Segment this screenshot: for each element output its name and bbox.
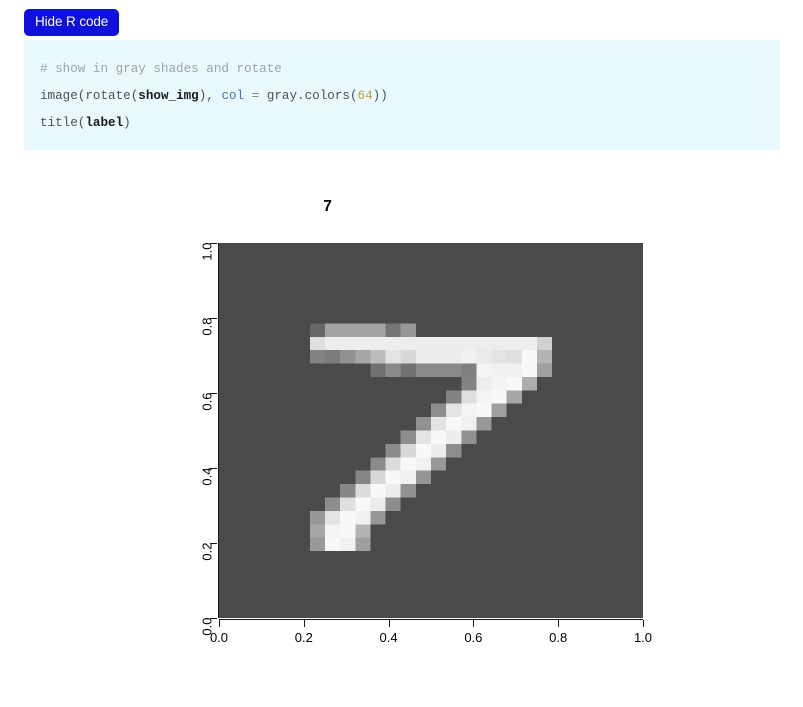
code-token-fn: rotate xyxy=(85,89,131,103)
x-axis-tick-label: 0.2 xyxy=(294,630,313,645)
x-axis-tick xyxy=(219,620,220,627)
code-token-op: = xyxy=(244,89,267,103)
code-token-fn: gray.colors xyxy=(266,89,350,103)
hide-r-code-button[interactable]: Hide R code xyxy=(24,9,120,36)
mnist-digit-canvas xyxy=(219,243,643,618)
x-axis-tick xyxy=(388,620,390,627)
y-axis-tick-label: 0.4 xyxy=(199,467,215,486)
code-line: image(rotate(show_img), col = gray.color… xyxy=(40,83,762,110)
y-axis-tick-label: 1.0 xyxy=(199,242,215,261)
x-axis-tick xyxy=(303,620,305,627)
x-axis-tick xyxy=(643,620,644,627)
code-token-punct: )) xyxy=(372,89,388,103)
y-axis-tick-label: 0.6 xyxy=(199,392,215,411)
code-token-punct: ) xyxy=(123,116,131,130)
code-token-comment: # show in gray shades and rotate xyxy=(40,62,282,76)
code-line: title(label) xyxy=(40,110,762,137)
x-axis-tick-label: 0.6 xyxy=(464,630,483,645)
code-token-fn: image xyxy=(40,89,78,103)
y-axis-tick-label: 0.0 xyxy=(199,617,215,636)
page-root: Hide R code # show in gray shades and ro… xyxy=(0,0,803,707)
x-axis-line xyxy=(219,619,643,620)
code-token-arg: col xyxy=(221,89,245,103)
plot-figure: 7 0.0 0.2 0.4 0.6 0.8 1.0 0.0 0.2 0.4 0.6 0.8 1.0 xyxy=(0,160,803,707)
r-source-code-block[interactable]: # show in gray shades and rotate image ( ro… xyxy=(24,40,780,150)
plot-title: 7 xyxy=(323,198,332,215)
x-axis-tick-label: 1.0 xyxy=(633,630,653,645)
code-token-punct: ( xyxy=(349,89,358,103)
y-axis-tick-label: 0.8 xyxy=(199,317,215,336)
x-axis-tick-label: 0.8 xyxy=(549,630,568,645)
code-token-fn: title xyxy=(40,116,78,130)
code-token-punct: ), xyxy=(198,89,222,103)
y-axis-line xyxy=(218,243,219,618)
code-token-var: label xyxy=(85,116,124,130)
code-line: # show in gray shades and rotate xyxy=(40,56,762,83)
x-axis-tick-label: 0.4 xyxy=(379,630,398,645)
x-axis-tick xyxy=(558,620,560,627)
y-axis-tick-label: 0.2 xyxy=(199,542,215,561)
x-axis-tick xyxy=(473,620,475,627)
code-token-var: show_img xyxy=(138,89,199,103)
digit-image-panel xyxy=(219,243,643,618)
code-token-num: 64 xyxy=(357,89,373,103)
